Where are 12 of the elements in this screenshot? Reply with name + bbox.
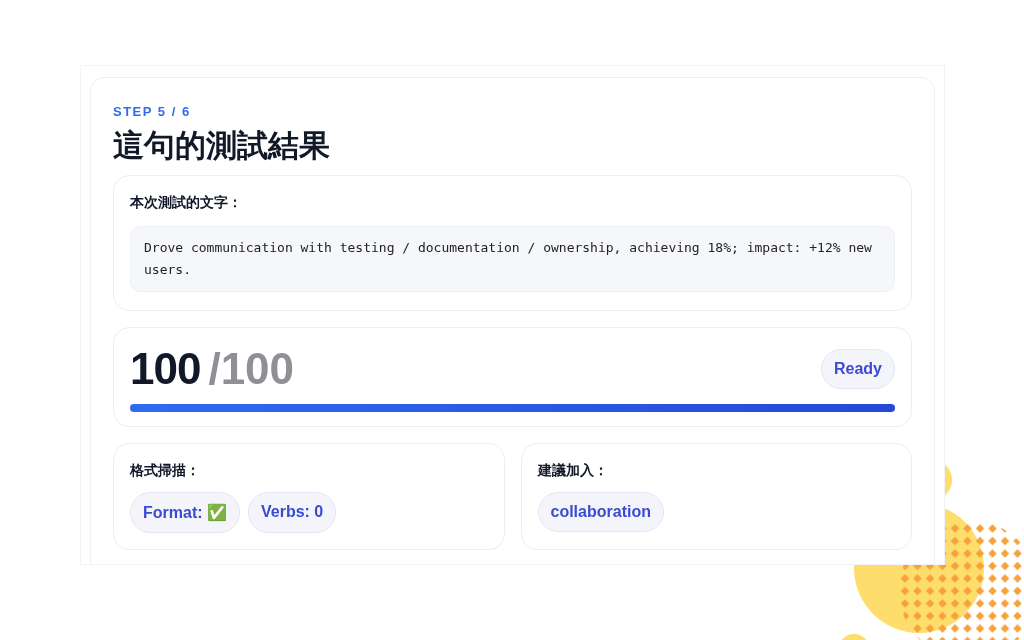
sample-text: Drove communication with testing / documentation / ownership, achieving 18%; impact: +12% new users. xyxy=(130,226,895,292)
score-value: 100 xyxy=(130,344,201,394)
keyword-chip: collaboration xyxy=(537,492,664,532)
suggestion-label: 建議加入： xyxy=(537,462,609,480)
page-title: 這句的測試結果 xyxy=(113,126,331,165)
format-label: 格式掃描： xyxy=(130,462,201,480)
score-total: /100 xyxy=(208,344,295,394)
format-chip: Format: ✅ xyxy=(130,492,240,533)
step-label: STEP 5 / 6 xyxy=(113,104,192,119)
format-chip: Verbs: 0 xyxy=(248,492,337,533)
status-badge: Ready xyxy=(820,349,895,389)
sample-label: 本次測試的文字： xyxy=(130,194,243,212)
